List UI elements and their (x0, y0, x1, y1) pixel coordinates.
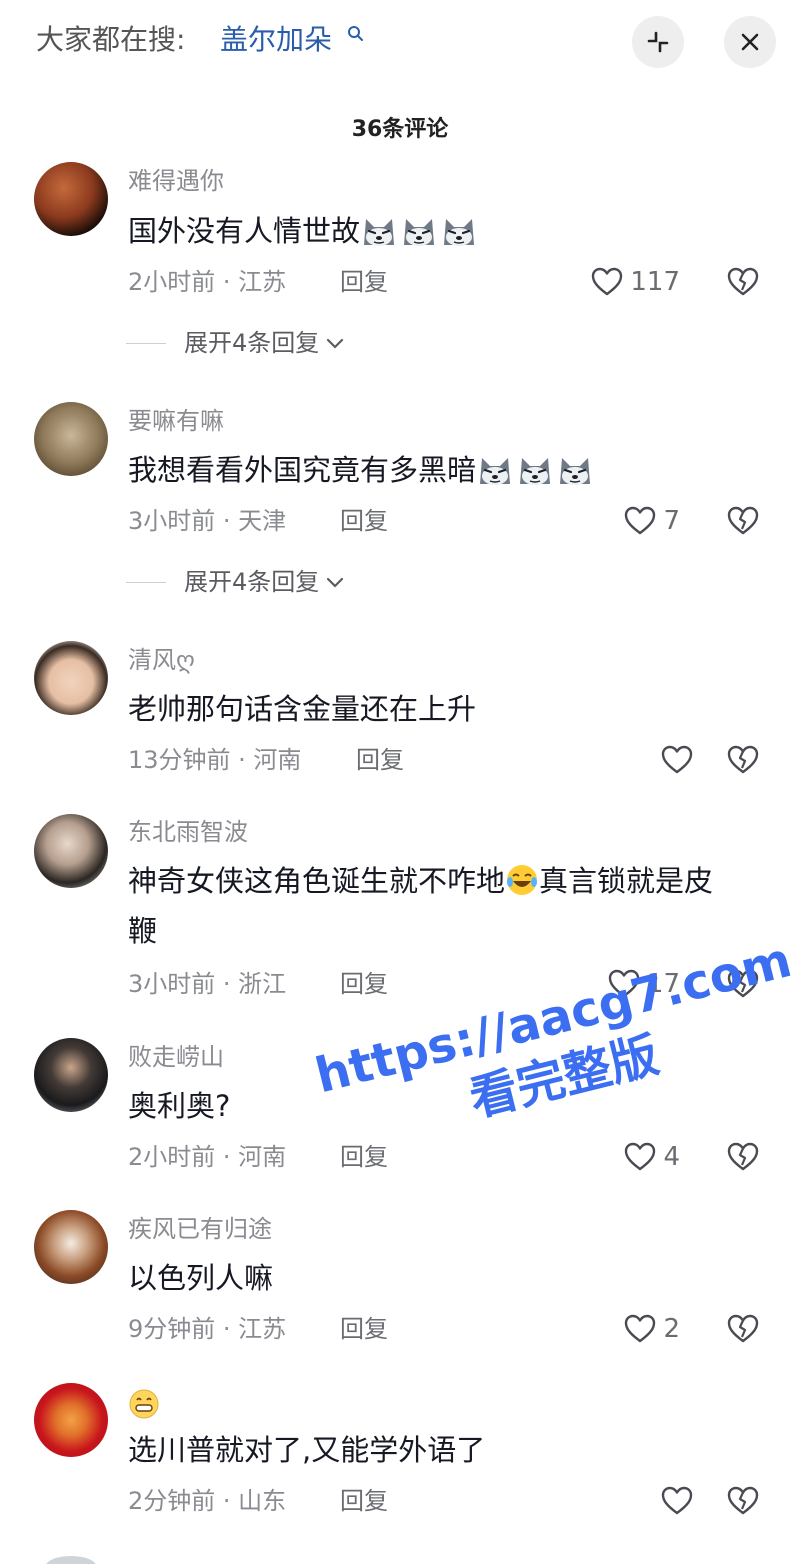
expand-replies-label: 展开4条回复 (184, 568, 320, 596)
comment-username[interactable]: 清风ღ (128, 643, 195, 677)
comment-text-content: 真言锁就是皮 (539, 864, 714, 898)
comment-username[interactable]: 败走崂山 (128, 1040, 224, 1074)
husky-emoji (400, 215, 438, 247)
heart-icon (590, 265, 624, 299)
husky-emoji (476, 454, 514, 486)
broken-heart-icon[interactable] (726, 1140, 760, 1174)
comment-time-location: 3小时前 · 天津 (128, 507, 287, 535)
chevron-down-icon (327, 338, 344, 349)
comment-text: 老帅那句话含金量还在上升 (128, 692, 477, 726)
like-count: 4 (663, 1142, 680, 1172)
comment-time-location: 13分钟前 · 河南 (128, 746, 302, 774)
avatar[interactable] (34, 641, 108, 715)
comment-username[interactable]: 要嘛有嘛 (128, 404, 224, 438)
avatar[interactable] (34, 1210, 108, 1284)
avatar[interactable] (34, 162, 108, 236)
comment-username[interactable]: 难得遇你 (128, 164, 224, 198)
close-button[interactable] (724, 16, 776, 68)
expand-replies-button[interactable]: 展开4条回复 (126, 326, 347, 360)
heart-icon (623, 1312, 657, 1346)
husky-emoji (556, 454, 594, 486)
like-count: 2 (663, 1314, 680, 1344)
comment-text: 我想看看外国究竟有多黑暗 (128, 445, 768, 495)
reply-button[interactable]: 回复 (340, 1484, 388, 1518)
like-button[interactable]: 4 (623, 1140, 680, 1174)
close-icon (741, 33, 759, 51)
comment-time-location: 2分钟前 · 山东 (128, 1487, 287, 1515)
expand-replies-label: 展开4条回复 (184, 329, 320, 357)
broken-heart-icon[interactable] (726, 1312, 760, 1346)
avatar[interactable] (34, 402, 108, 476)
chevron-down-icon (327, 577, 344, 588)
avatar[interactable] (34, 814, 108, 888)
like-button[interactable]: 117 (590, 265, 680, 299)
collapse-button[interactable] (632, 16, 684, 68)
comment-text: 神奇女侠这角色诞生就不咋地 真言锁就是皮鞭 (128, 856, 768, 956)
reply-button[interactable]: 回复 (356, 743, 404, 777)
comment-text-content: 神奇女侠这角色诞生就不咋地 (128, 864, 506, 898)
broken-heart-icon[interactable] (726, 504, 760, 538)
heart-icon (623, 504, 657, 538)
comment-time-location: 2小时前 · 江苏 (128, 268, 287, 296)
like-count: 117 (630, 267, 680, 297)
grin-emoji (129, 1389, 159, 1419)
broken-heart-icon[interactable] (726, 1484, 760, 1518)
like-button[interactable] (660, 743, 694, 777)
broken-heart-icon[interactable] (726, 265, 760, 299)
like-button[interactable]: 7 (623, 504, 680, 538)
expand-replies-button[interactable]: 展开4条回复 (126, 565, 347, 599)
comment-text-content: 国外没有人情世故 (128, 214, 361, 248)
comment-time-location: 9分钟前 · 江苏 (128, 1315, 287, 1343)
comment-text: 选川普就对了,又能学外语了 (128, 1433, 486, 1467)
avatar[interactable] (34, 1383, 108, 1457)
avatar[interactable] (46, 1556, 96, 1564)
comment-text-content: 鞭 (128, 914, 158, 948)
heart-icon (660, 743, 694, 777)
comment-text-content: 我想看看外国究竟有多黑暗 (128, 453, 477, 487)
top-bar: 大家都在搜: 盖尔加朵 (0, 0, 800, 84)
comment-count-heading: 36条评论 (351, 117, 449, 142)
husky-emoji (360, 215, 398, 247)
heart-icon (623, 1140, 657, 1174)
comment-text: 国外没有人情世故 (128, 206, 768, 256)
like-count: 7 (663, 506, 680, 536)
search-icon[interactable] (346, 24, 366, 44)
reply-button[interactable]: 回复 (340, 1312, 388, 1346)
husky-emoji (440, 215, 478, 247)
reply-button[interactable]: 回复 (340, 265, 388, 299)
like-button[interactable]: 2 (623, 1312, 680, 1346)
comment-time-location: 3小时前 · 浙江 (128, 970, 287, 998)
divider (126, 581, 166, 583)
trending-search-term[interactable]: 盖尔加朵 (220, 20, 332, 60)
reply-button[interactable]: 回复 (340, 967, 388, 1001)
comment-text: 以色列人嘛 (128, 1261, 274, 1295)
heart-icon (660, 1484, 694, 1518)
like-button[interactable] (660, 1484, 694, 1518)
comment-username[interactable]: 疾风已有归途 (128, 1212, 272, 1246)
divider (126, 342, 166, 344)
reply-button[interactable]: 回复 (340, 504, 388, 538)
comment-time-location: 2小时前 · 河南 (128, 1143, 287, 1171)
avatar[interactable] (34, 1038, 108, 1112)
laugh-cry-emoji (507, 865, 538, 895)
trending-search-prefix: 大家都在搜: (36, 23, 186, 56)
comment-username[interactable]: 东北雨智波 (128, 815, 248, 849)
husky-emoji (516, 454, 554, 486)
collapse-icon (647, 31, 669, 53)
broken-heart-icon[interactable] (726, 743, 760, 777)
